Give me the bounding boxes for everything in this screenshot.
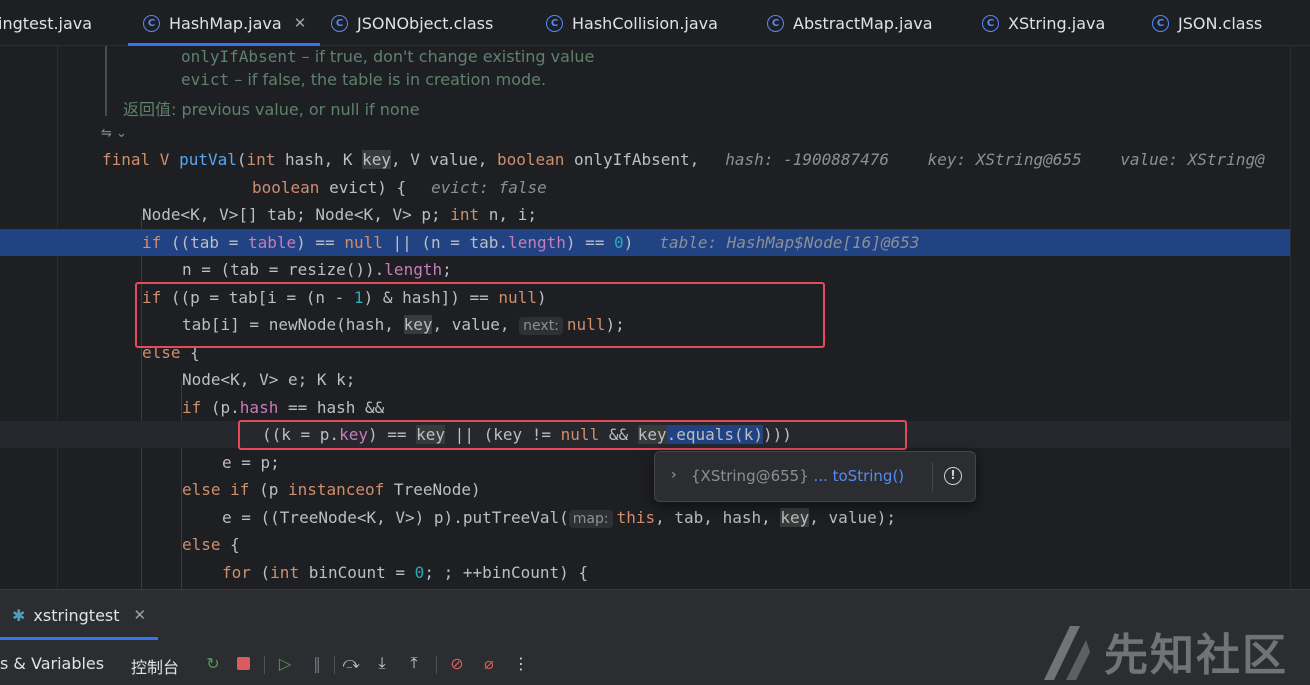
debug-bug-icon: ✱ (12, 605, 26, 625)
tab-console[interactable]: 控制台 (131, 654, 179, 678)
tostring-link[interactable]: ... toString() (814, 467, 905, 485)
watermark-logo-icon (1044, 626, 1090, 680)
stop-icon[interactable] (232, 652, 254, 674)
toolbar-separator (334, 656, 335, 674)
tab-xstring[interactable]: C XString.java (982, 0, 1105, 46)
tab-label: XString.java (1008, 13, 1106, 33)
code-line[interactable]: if (p.hash == hash && (0, 394, 1310, 421)
class-icon: C (982, 14, 999, 32)
doc-render-toggle-icon[interactable]: ⇋ ⌄ (101, 126, 127, 141)
code-line[interactable]: boolean evict) {evict: false (0, 174, 1310, 201)
code-line[interactable]: e = ((TreeNode<K, V>) p).putTreeVal(map:… (0, 504, 1310, 531)
class-icon: C (546, 14, 563, 32)
step-over-icon[interactable]: ⤼ (340, 652, 362, 674)
class-icon: C (1152, 14, 1169, 32)
class-icon: C (767, 14, 784, 32)
tab-label: AbstractMap.java (793, 13, 933, 33)
pause-icon[interactable]: ‖ (306, 652, 328, 674)
tab-threads-variables[interactable]: s & Variables (0, 654, 104, 673)
annotation-box (135, 282, 825, 348)
chevron-right-icon[interactable]: › (671, 467, 677, 483)
toolbar-separator (264, 656, 265, 674)
debug-session-tab[interactable]: ✱ xstringtest ✕ (0, 590, 146, 640)
close-icon[interactable]: ✕ (294, 14, 307, 32)
mute-breakpoints-icon[interactable]: ⌀ (478, 652, 500, 674)
popup-value: {XString@655} ... toString() (691, 467, 905, 485)
session-label: xstringtest (33, 605, 120, 625)
param-hint: map: (568, 510, 613, 528)
view-breakpoints-icon[interactable]: ⊘ (446, 652, 468, 674)
annotation-box (238, 420, 907, 450)
toolbar-separator (436, 656, 437, 674)
tab-hashcollision[interactable]: C HashCollision.java (546, 0, 718, 46)
tab-jsonobject[interactable]: C JSONObject.class (331, 0, 493, 46)
tab-label: HashMap.java (169, 13, 282, 33)
code-editor[interactable]: onlyIfAbsent – if true, don't change exi… (0, 46, 1310, 589)
doc-param-onlyifabsent: onlyIfAbsent – if true, don't change exi… (181, 47, 595, 66)
tab-label: HashCollision.java (572, 13, 718, 33)
class-icon: C (143, 14, 160, 32)
tab-underline (0, 637, 158, 640)
resume-icon[interactable]: ▷ (274, 652, 296, 674)
more-icon[interactable]: ⋮ (510, 652, 532, 674)
doc-param-evict: evict – if false, the table is in creati… (181, 70, 547, 89)
evaluate-popup[interactable]: › {XString@655} ... toString() ! (654, 451, 976, 502)
tab-label: JSONObject.class (357, 13, 494, 33)
tab-label: ingtest.java (0, 13, 93, 33)
doc-returns: 返回值: previous value, or null if none (123, 100, 420, 119)
tab-abstractmap[interactable]: C AbstractMap.java (767, 0, 933, 46)
tab-hashmap[interactable]: C HashMap.java ✕ (128, 0, 321, 46)
tab-label: JSON.class (1178, 13, 1263, 33)
tab-xstringtest[interactable]: ingtest.java (0, 0, 92, 46)
tab-json[interactable]: C JSON.class (1152, 0, 1262, 46)
close-icon[interactable]: ✕ (134, 606, 147, 624)
execution-line[interactable]: if ((tab = table) == null || (n = tab.le… (0, 229, 1290, 256)
step-out-icon[interactable]: ⤒ (403, 652, 425, 674)
watermark: 先知社区 (1040, 620, 1288, 682)
divider (932, 462, 933, 492)
code-line[interactable]: Node<K, V> e; K k; (0, 366, 1310, 393)
class-icon: C (331, 14, 348, 32)
watermark-text: 先知社区 (1104, 630, 1288, 681)
step-into-icon[interactable]: ⤓ (371, 652, 393, 674)
code-line[interactable]: for (int binCount = 0; ; ++binCount) { (0, 559, 1310, 586)
info-icon[interactable]: ! (944, 467, 962, 485)
code-line[interactable]: final V putVal(int hash, K key, V value,… (0, 146, 1310, 173)
doc-bar (105, 46, 107, 116)
code-line[interactable]: Node<K, V>[] tab; Node<K, V> p; int n, i… (0, 201, 1310, 228)
rerun-icon[interactable]: ↻ (202, 652, 224, 674)
code-line[interactable]: else { (0, 531, 1310, 558)
editor-tab-bar: ingtest.java C HashMap.java ✕ C JSONObje… (0, 0, 1310, 46)
code-line[interactable]: n = (tab = resize()).length; (0, 256, 1310, 283)
